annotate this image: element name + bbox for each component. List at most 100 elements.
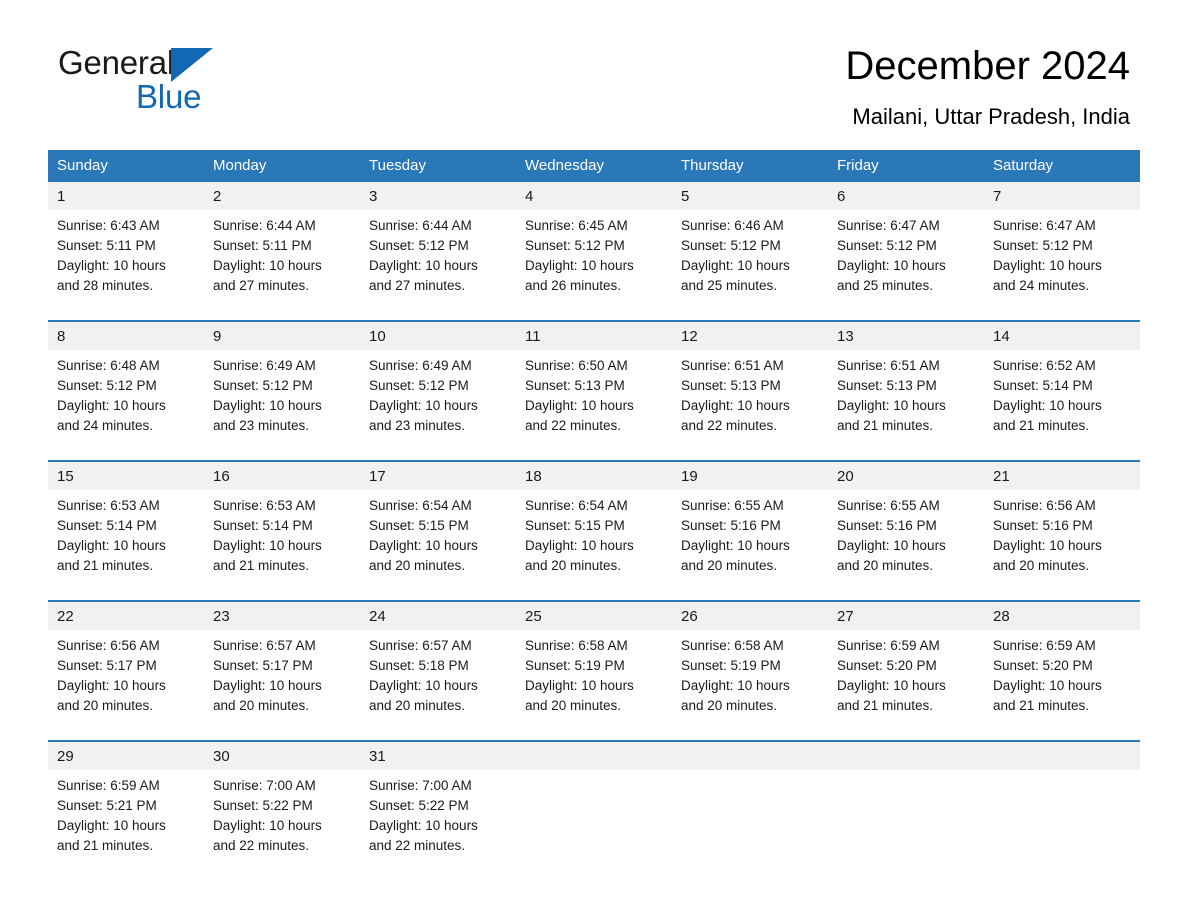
day-number[interactable]: 29 <box>48 740 204 770</box>
sunset-text: Sunset: 5:17 PM <box>213 658 313 673</box>
day-cell: Sunrise: 6:44 AM Sunset: 5:12 PM Dayligh… <box>360 210 516 321</box>
day-cell: Sunrise: 6:44 AM Sunset: 5:11 PM Dayligh… <box>204 210 360 321</box>
week-date-row: 29 30 31 <box>48 740 1140 770</box>
day-number[interactable]: 4 <box>516 182 672 210</box>
daylight-text-line1: Daylight: 10 hours <box>213 258 322 273</box>
day-number[interactable]: 8 <box>48 320 204 350</box>
sunrise-text: Sunrise: 6:55 AM <box>681 498 784 513</box>
day-number[interactable]: 20 <box>828 460 984 490</box>
daylight-text-line2: and 26 minutes. <box>525 278 622 293</box>
day-cell: Sunrise: 6:47 AM Sunset: 5:12 PM Dayligh… <box>828 210 984 321</box>
sunset-text: Sunset: 5:16 PM <box>681 518 781 533</box>
daylight-text-line1: Daylight: 10 hours <box>525 678 634 693</box>
daylight-text-line1: Daylight: 10 hours <box>993 538 1102 553</box>
day-number[interactable]: 28 <box>984 600 1140 630</box>
sunrise-text: Sunrise: 6:51 AM <box>837 358 940 373</box>
day-cell: Sunrise: 6:53 AM Sunset: 5:14 PM Dayligh… <box>48 490 204 601</box>
sunrise-text: Sunrise: 6:52 AM <box>993 358 1096 373</box>
day-number[interactable]: 1 <box>48 182 204 210</box>
logo-text-blue: Blue <box>136 78 202 115</box>
daylight-text-line1: Daylight: 10 hours <box>57 398 166 413</box>
sunrise-text: Sunrise: 6:47 AM <box>837 218 940 233</box>
daylight-text-line1: Daylight: 10 hours <box>525 538 634 553</box>
daylight-text-line2: and 21 minutes. <box>57 558 154 573</box>
sunset-text: Sunset: 5:18 PM <box>369 658 469 673</box>
daylight-text-line1: Daylight: 10 hours <box>993 258 1102 273</box>
daylight-text-line1: Daylight: 10 hours <box>681 398 790 413</box>
day-number-empty <box>828 740 984 770</box>
sunrise-text: Sunrise: 6:44 AM <box>369 218 472 233</box>
sunrise-text: Sunrise: 6:44 AM <box>213 218 316 233</box>
day-cell: Sunrise: 6:54 AM Sunset: 5:15 PM Dayligh… <box>360 490 516 601</box>
day-number[interactable]: 10 <box>360 320 516 350</box>
sunset-text: Sunset: 5:20 PM <box>993 658 1093 673</box>
sunset-text: Sunset: 5:14 PM <box>213 518 313 533</box>
day-cell: Sunrise: 6:52 AM Sunset: 5:14 PM Dayligh… <box>984 350 1140 461</box>
week-date-row: 1 2 3 4 5 6 7 <box>48 182 1140 210</box>
day-number[interactable]: 25 <box>516 600 672 630</box>
sunrise-text: Sunrise: 6:56 AM <box>993 498 1096 513</box>
day-number[interactable]: 31 <box>360 740 516 770</box>
day-number[interactable]: 2 <box>204 182 360 210</box>
sunset-text: Sunset: 5:19 PM <box>525 658 625 673</box>
weekday-header-sunday: Sunday <box>48 150 204 182</box>
week-info-row: Sunrise: 6:48 AM Sunset: 5:12 PM Dayligh… <box>48 350 1140 461</box>
daylight-text-line1: Daylight: 10 hours <box>993 398 1102 413</box>
day-number[interactable]: 18 <box>516 460 672 490</box>
sunset-text: Sunset: 5:16 PM <box>837 518 937 533</box>
day-number[interactable]: 30 <box>204 740 360 770</box>
sunset-text: Sunset: 5:12 PM <box>681 238 781 253</box>
sunset-text: Sunset: 5:14 PM <box>57 518 157 533</box>
daylight-text-line1: Daylight: 10 hours <box>525 258 634 273</box>
day-number[interactable]: 21 <box>984 460 1140 490</box>
day-number[interactable]: 17 <box>360 460 516 490</box>
day-number[interactable]: 22 <box>48 600 204 630</box>
day-number[interactable]: 3 <box>360 182 516 210</box>
day-number[interactable]: 12 <box>672 320 828 350</box>
title-block: December 2024 Mailani, Uttar Pradesh, In… <box>845 42 1130 132</box>
daylight-text-line1: Daylight: 10 hours <box>993 678 1102 693</box>
daylight-text-line2: and 24 minutes. <box>57 418 154 433</box>
day-number[interactable]: 15 <box>48 460 204 490</box>
daylight-text-line1: Daylight: 10 hours <box>369 538 478 553</box>
sunrise-text: Sunrise: 6:47 AM <box>993 218 1096 233</box>
day-number[interactable]: 5 <box>672 182 828 210</box>
day-cell: Sunrise: 6:51 AM Sunset: 5:13 PM Dayligh… <box>828 350 984 461</box>
day-cell: Sunrise: 6:43 AM Sunset: 5:11 PM Dayligh… <box>48 210 204 321</box>
day-number[interactable]: 27 <box>828 600 984 630</box>
sunrise-text: Sunrise: 6:49 AM <box>213 358 316 373</box>
sunrise-text: Sunrise: 6:57 AM <box>369 638 472 653</box>
sunset-text: Sunset: 5:13 PM <box>837 378 937 393</box>
day-number[interactable]: 24 <box>360 600 516 630</box>
day-number[interactable]: 19 <box>672 460 828 490</box>
day-cell-empty <box>828 770 984 880</box>
day-cell: Sunrise: 6:56 AM Sunset: 5:16 PM Dayligh… <box>984 490 1140 601</box>
sunset-text: Sunset: 5:12 PM <box>525 238 625 253</box>
day-number[interactable]: 16 <box>204 460 360 490</box>
sunset-text: Sunset: 5:22 PM <box>213 798 313 813</box>
daylight-text-line2: and 20 minutes. <box>525 558 622 573</box>
day-number[interactable]: 7 <box>984 182 1140 210</box>
sunset-text: Sunset: 5:19 PM <box>681 658 781 673</box>
daylight-text-line2: and 27 minutes. <box>369 278 466 293</box>
week-info-row: Sunrise: 6:56 AM Sunset: 5:17 PM Dayligh… <box>48 630 1140 741</box>
day-number[interactable]: 23 <box>204 600 360 630</box>
day-number-empty <box>516 740 672 770</box>
day-number[interactable]: 9 <box>204 320 360 350</box>
generalblue-logo[interactable]: General Blue <box>58 44 358 120</box>
sunset-text: Sunset: 5:22 PM <box>369 798 469 813</box>
day-cell: Sunrise: 6:48 AM Sunset: 5:12 PM Dayligh… <box>48 350 204 461</box>
day-number[interactable]: 14 <box>984 320 1140 350</box>
day-number[interactable]: 26 <box>672 600 828 630</box>
day-number[interactable]: 13 <box>828 320 984 350</box>
weekday-header-tuesday: Tuesday <box>360 150 516 182</box>
sunrise-sunset-calendar: Sunday Monday Tuesday Wednesday Thursday… <box>48 150 1140 880</box>
sunrise-text: Sunrise: 6:50 AM <box>525 358 628 373</box>
day-number[interactable]: 11 <box>516 320 672 350</box>
day-number[interactable]: 6 <box>828 182 984 210</box>
daylight-text-line1: Daylight: 10 hours <box>57 818 166 833</box>
daylight-text-line2: and 20 minutes. <box>681 558 778 573</box>
weekday-header-wednesday: Wednesday <box>516 150 672 182</box>
daylight-text-line2: and 20 minutes. <box>525 698 622 713</box>
daylight-text-line2: and 25 minutes. <box>681 278 778 293</box>
